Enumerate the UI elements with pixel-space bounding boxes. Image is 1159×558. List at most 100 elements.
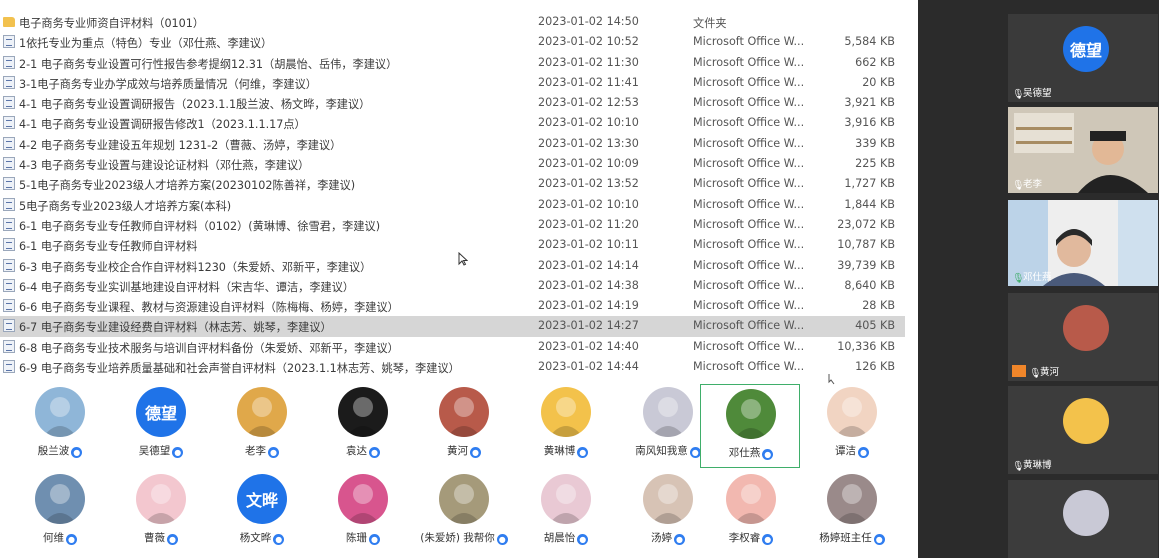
file-size: 8,640 KB bbox=[844, 278, 895, 292]
participant-name-row: 胡晨怡 ● bbox=[518, 530, 614, 545]
file-type: Microsoft Office W... bbox=[693, 217, 805, 231]
share-icon bbox=[1012, 365, 1026, 377]
file-row[interactable]: 1依托专业为重点（特色）专业（邓仕燕、李建议） 2023-01-02 10:52 M… bbox=[0, 32, 905, 52]
avatar: 德望 bbox=[1063, 26, 1109, 72]
mic-icon: ● bbox=[71, 447, 83, 458]
word-doc-icon bbox=[3, 339, 15, 353]
file-row[interactable]: 6-9 电子商务专业培养质量基础和社会声誉自评材料（2023.1.1林志芳、姚琴… bbox=[0, 357, 905, 377]
mic-icon: ● bbox=[577, 534, 589, 545]
landscape-avatar-icon bbox=[439, 474, 489, 524]
file-size: 10,787 KB bbox=[837, 238, 895, 252]
word-doc-icon bbox=[3, 319, 15, 333]
participant-tile[interactable]: 胡晨怡 ● bbox=[518, 471, 614, 551]
file-row[interactable]: 3-1电子商务专业办学成效与培养质量情况（何维，李建议） 2023-01-02 1… bbox=[0, 73, 905, 93]
participant-tile[interactable]: 杨婷班主任 ● bbox=[804, 471, 900, 551]
participant-name: 老李 bbox=[245, 445, 266, 457]
participant-tile[interactable]: 黄琳博 ● bbox=[518, 384, 614, 464]
mic-icon: ● bbox=[273, 534, 285, 545]
file-row[interactable]: 6-3 电子商务专业校企合作自评材料1230（朱爱娇、邓新平，李建议） 2023-… bbox=[0, 256, 905, 276]
file-row[interactable]: 4-1 电子商务专业设置调研报告（2023.1.1殷兰波、杨文晔，李建议） 202… bbox=[0, 93, 905, 113]
file-row[interactable]: 6-4 电子商务专业实训基地建设自评材料（宋吉华、谭洁，李建议） 2023-01-… bbox=[0, 276, 905, 296]
file-date: 2023-01-02 10:52 bbox=[538, 35, 639, 49]
file-date: 2023-01-02 14:50 bbox=[538, 15, 639, 28]
word-doc-icon bbox=[3, 238, 15, 252]
mouse-cursor-icon bbox=[458, 252, 468, 266]
participant-tile[interactable]: 黄河 ● bbox=[416, 384, 512, 464]
mic-icon: ● bbox=[369, 534, 380, 545]
file-type: Microsoft Office W... bbox=[693, 238, 805, 252]
file-name: 6-6 电子商务专业课程、教材与资源建设自评材料（陈梅梅、杨婷，李建议） bbox=[19, 301, 399, 315]
mic-icon: ● bbox=[268, 447, 279, 458]
file-date: 2023-01-02 14:44 bbox=[538, 360, 639, 374]
file-row[interactable]: 6-7 电子商务专业建设经费自评材料（林志芳、姚琴，李建议） 2023-01-02… bbox=[0, 316, 905, 337]
avatar-art bbox=[651, 484, 685, 524]
file-name: 6-1 电子商务专业专任教师自评材料 bbox=[19, 240, 198, 254]
participant-tile[interactable]: 袁达 ● bbox=[315, 384, 411, 464]
file-row[interactable]: 5-1电子商务专业2023级人才培养方案(20230102陈善祥，李建议) 202… bbox=[0, 174, 905, 194]
participant-tile[interactable]: 邓仕燕 ● bbox=[700, 384, 800, 468]
participant-name: 汤婷 bbox=[651, 532, 672, 544]
participant-name: 吴德望 bbox=[138, 445, 171, 457]
avatar bbox=[1063, 305, 1109, 351]
file-size: 39,739 KB bbox=[837, 258, 895, 272]
file-row[interactable]: 6-1 电子商务专业专任教师自评材料（0102）(黄琳博、徐雪君，李建议) 202… bbox=[0, 215, 905, 235]
avatar-art bbox=[346, 397, 380, 437]
avatar-art bbox=[734, 399, 768, 439]
participant-tile[interactable]: 文晔 杨文晔 ● bbox=[214, 471, 310, 551]
participant-name: 黄琳博 bbox=[543, 445, 576, 457]
folder-icon bbox=[3, 17, 15, 27]
flower-avatar-icon bbox=[35, 387, 85, 437]
file-type: Microsoft Office W... bbox=[693, 319, 805, 333]
file-date: 2023-01-02 13:30 bbox=[538, 136, 639, 150]
side-tile-video-dengshiyan[interactable]: 🎙邓仕燕 bbox=[1008, 200, 1158, 286]
avatar-text: 文晔 bbox=[245, 491, 278, 510]
side-tile-huanglinbo[interactable]: 🎙黄琳博 bbox=[1008, 386, 1158, 474]
participant-tile[interactable]: 李权睿 ● bbox=[703, 471, 799, 551]
side-tile-wudewang[interactable]: 德望 🎙吴德望 bbox=[1008, 14, 1158, 102]
file-date: 2023-01-02 14:40 bbox=[538, 339, 639, 353]
participant-name: 胡晨怡 bbox=[543, 532, 576, 544]
side-tile-extra[interactable] bbox=[1008, 480, 1158, 558]
participant-name-row: 黄河 ● bbox=[416, 443, 512, 458]
file-date: 2023-01-02 13:52 bbox=[538, 177, 639, 191]
file-date: 2023-01-02 10:11 bbox=[538, 238, 639, 252]
avatar-art bbox=[144, 484, 178, 524]
anime-face-avatar-icon bbox=[643, 474, 693, 524]
file-name: 5-1电子商务专业2023级人才培养方案(20230102陈善祥，李建议) bbox=[19, 179, 356, 193]
avatar-art bbox=[245, 397, 279, 437]
file-name: 6-4 电子商务专业实训基地建设自评材料（宋吉华、谭洁，李建议） bbox=[19, 280, 355, 294]
file-size: 23,072 KB bbox=[837, 217, 895, 231]
side-tile-video-laoli[interactable]: 🎙老李 bbox=[1008, 107, 1158, 193]
participant-tile[interactable]: 曹薇 ● bbox=[113, 471, 209, 551]
participant-name: 何维 bbox=[43, 532, 64, 544]
participant-name: (朱爱娇) 我帮你 bbox=[420, 532, 495, 544]
participant-tile[interactable]: 殷兰波 ● bbox=[12, 384, 108, 464]
file-date: 2023-01-02 14:27 bbox=[538, 319, 639, 333]
file-row[interactable]: 6-6 电子商务专业课程、教材与资源建设自评材料（陈梅梅、杨婷，李建议） 2023… bbox=[0, 296, 905, 316]
participant-tile[interactable]: (朱爱娇) 我帮你 ● bbox=[416, 471, 512, 551]
file-row[interactable]: 6-1 电子商务专业专任教师自评材料 2023-01-02 10:11 Micros… bbox=[0, 235, 905, 255]
participant-tile[interactable]: 德望 吴德望 ● bbox=[113, 384, 209, 464]
file-row[interactable]: 6-8 电子商务专业技术服务与培训自评材料备份（朱爱娇、邓新平，李建议） 2023… bbox=[0, 337, 905, 357]
anime-girl-avatar-icon bbox=[643, 387, 693, 437]
participant-name-row: (朱爱娇) 我帮你 ● bbox=[416, 530, 512, 545]
file-row[interactable]: 4-3 电子商务专业设置与建设论证材料（邓仕燕，李建议） 2023-01-02 1… bbox=[0, 154, 905, 174]
file-row[interactable]: 4-1 电子商务专业设置调研报告修改1（2023.1.1.17点） 2023-01… bbox=[0, 113, 905, 133]
participant-tile[interactable]: 陈珊 ● bbox=[315, 471, 411, 551]
participant-name: 黄河 bbox=[447, 445, 468, 457]
participant-tile[interactable]: 谭洁 ● bbox=[804, 384, 900, 464]
side-tile-huanghe[interactable]: 🎙黄河 bbox=[1008, 293, 1158, 381]
file-row[interactable]: 2-1 电子商务专业设置可行性报告参考提纲12.31（胡晨怡、岳伟，李建议） 20… bbox=[0, 53, 905, 73]
avatar-text: 德望 bbox=[144, 404, 177, 423]
participant-tile[interactable]: 何维 ● bbox=[12, 471, 108, 551]
participant-tile[interactable]: 汤婷 ● bbox=[620, 471, 716, 551]
participant-name-row: 老李 ● bbox=[214, 443, 310, 458]
file-row[interactable]: 4-2 电子商务专业建设五年规划 1231-2（曹薇、汤婷，李建议） 2023-0… bbox=[0, 134, 905, 154]
file-row[interactable]: 5电子商务专业2023级人才培养方案(本科) 2023-01-02 10:10 Mi… bbox=[0, 195, 905, 215]
word-doc-icon bbox=[3, 75, 15, 89]
participant-tile[interactable]: 老李 ● bbox=[214, 384, 310, 464]
file-row[interactable]: 电子商务专业师资自评材料（0101） 2023-01-02 14:50 文件夹 bbox=[0, 12, 905, 32]
file-type: Microsoft Office W... bbox=[693, 299, 805, 313]
file-type: Microsoft Office W... bbox=[693, 197, 805, 211]
avatar-art bbox=[43, 397, 77, 437]
